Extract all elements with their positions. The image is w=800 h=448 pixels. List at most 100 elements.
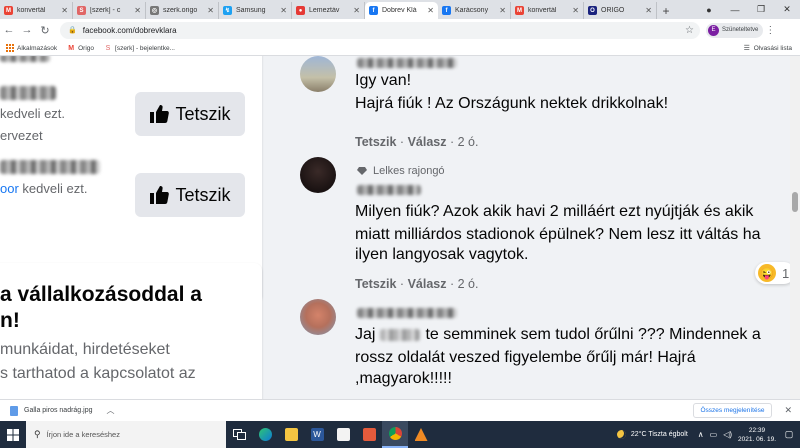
word-icon[interactable]: W: [304, 421, 330, 448]
comment-text-part: te semminek sem tudol őrűlni ??? Mindenn…: [425, 326, 761, 343]
reply-link[interactable]: Válasz: [408, 277, 447, 291]
notification-icon[interactable]: ▢: [782, 429, 796, 440]
profile-circle-icon[interactable]: ●: [696, 0, 722, 19]
clock-date: 2021. 06. 19.: [738, 435, 776, 443]
close-window-button[interactable]: ✕: [774, 0, 800, 19]
avatar[interactable]: [300, 56, 336, 92]
browser-tab[interactable]: ◎ szerk.origo ✕: [146, 2, 219, 19]
download-item[interactable]: Galla piros nadrág.jpg ︿: [0, 405, 130, 416]
page-scrollbar[interactable]: [790, 56, 800, 399]
reading-list-icon: ☰: [743, 45, 750, 52]
windows-taskbar: ⚲ Írjon ide a kereséshez W 22°C Tiszta é…: [0, 421, 800, 448]
favicon-icon: M: [4, 6, 13, 15]
chevron-up-icon[interactable]: ︿: [107, 405, 115, 416]
back-arrow-icon[interactable]: ←: [0, 24, 18, 36]
photos-icon[interactable]: [356, 421, 382, 448]
moon-icon: [616, 430, 626, 439]
show-all-downloads-button[interactable]: Összes megjelenítése: [692, 403, 773, 418]
edge-icon[interactable]: [252, 421, 278, 448]
like-comment-link[interactable]: Tetszik: [355, 277, 396, 291]
bookmark-szerk[interactable]: S [szerk] - bejelentke...: [104, 44, 175, 52]
star-icon[interactable]: ☆: [685, 25, 694, 36]
bookmarks-bar: Alkalmazások M Origo S [szerk] - bejelen…: [0, 41, 800, 56]
favicon-icon: O: [588, 6, 597, 15]
avatar[interactable]: [300, 299, 336, 335]
badge-label: Lelkes rajongó: [373, 165, 445, 177]
like-label: Tetszik: [175, 184, 231, 205]
minimize-button[interactable]: —: [722, 0, 748, 19]
tab-close-icon[interactable]: ✕: [645, 6, 652, 15]
browser-tab[interactable]: ↯ Samsung ✕: [219, 2, 292, 19]
volume-icon[interactable]: ◁): [723, 430, 732, 439]
tab-close-icon[interactable]: ✕: [572, 6, 579, 15]
browser-tab[interactable]: O ORIGO ✕: [584, 2, 657, 19]
chrome-icon[interactable]: [382, 421, 408, 448]
forward-arrow-icon[interactable]: →: [18, 24, 36, 36]
menu-kebab-icon[interactable]: ⋮: [763, 25, 777, 36]
tab-close-icon[interactable]: ✕: [499, 6, 506, 15]
tab-close-icon[interactable]: ✕: [134, 6, 141, 15]
haha-emoji-icon: 😜: [758, 264, 776, 282]
vlc-icon[interactable]: [408, 421, 434, 448]
browser-tab[interactable]: f Dobrev Klá ✕: [365, 2, 438, 19]
browser-tab[interactable]: Mkonvertál ✕: [0, 2, 73, 19]
taskbar-search-input[interactable]: ⚲ Írjon ide a kereséshez: [26, 421, 226, 448]
network-icon[interactable]: ▭: [710, 430, 718, 439]
bookmark-label: Alkalmazások: [17, 44, 58, 52]
promo-text: s tarthatod a kapcsolatot az: [0, 365, 196, 382]
tab-close-icon[interactable]: ✕: [61, 6, 68, 15]
scrollbar-thumb[interactable]: [792, 192, 798, 212]
reload-icon[interactable]: ↻: [36, 24, 54, 37]
like-page-button[interactable]: Tetszik: [135, 173, 245, 217]
lock-icon[interactable]: 🔒: [68, 26, 77, 34]
browser-tab[interactable]: f Karácsony ✕: [438, 2, 511, 19]
browser-tab[interactable]: S [szerk] - c ✕: [73, 2, 146, 19]
browser-tab[interactable]: Mkonvertál ✕: [511, 2, 584, 19]
file-explorer-icon[interactable]: [278, 421, 304, 448]
like-note-text: kedveli ezt.: [0, 106, 66, 121]
avatar: E: [708, 24, 719, 36]
timestamp[interactable]: 2 ó.: [458, 135, 479, 149]
bookmark-origo[interactable]: M Origo: [67, 44, 94, 52]
comment-bubble: Igy van! Hajrá fiúk ! Az Országunk nekte…: [343, 56, 698, 128]
close-icon[interactable]: ✕: [784, 405, 792, 416]
restore-button[interactable]: ❐: [748, 0, 774, 19]
like-note-text: kedveli ezt.: [22, 181, 88, 196]
address-bar[interactable]: 🔒 facebook.com/dobrevklara ☆: [60, 21, 700, 39]
thumbs-up-icon: [150, 186, 170, 204]
task-view-icon[interactable]: [226, 421, 252, 448]
tab-close-icon[interactable]: ✕: [353, 6, 360, 15]
avatar[interactable]: [300, 157, 336, 193]
tab-list: Mkonvertál ✕ S [szerk] - c ✕ ◎ szerk.origo ✕ ↯ Sa…: [0, 0, 657, 19]
blurred-author: [357, 58, 457, 68]
windows-start-icon[interactable]: [0, 421, 26, 448]
tab-close-icon[interactable]: ✕: [207, 6, 214, 15]
reply-link[interactable]: Válasz: [408, 135, 447, 149]
friend-link[interactable]: oor: [0, 181, 19, 196]
store-icon[interactable]: [330, 421, 356, 448]
like-comment-link[interactable]: Tetszik: [355, 135, 396, 149]
tab-close-icon[interactable]: ✕: [427, 6, 434, 15]
comment-bubble: Lelkes rajongó Milyen fiúk? Azok akik ha…: [343, 156, 790, 268]
favicon-icon: ●: [296, 6, 305, 15]
promo-title: n!: [0, 309, 20, 332]
bookmark-apps[interactable]: Alkalmazások: [6, 44, 57, 52]
new-tab-button[interactable]: +: [657, 2, 675, 19]
clock[interactable]: 22:39 2021. 06. 19.: [738, 426, 776, 444]
like-note: kedveli ezt.: [0, 106, 65, 121]
comments-section: Igy van! Hajrá fiúk ! Az Országunk nekte…: [290, 56, 800, 399]
like-page-button[interactable]: Tetszik: [135, 92, 245, 136]
comment-text: ,magyarok!!!!!: [355, 370, 452, 387]
page-category: ervezet: [0, 128, 43, 143]
timestamp[interactable]: 2 ó.: [458, 277, 479, 291]
profile-button[interactable]: E Szüneteltetve: [706, 22, 764, 38]
blurred-name: [0, 86, 56, 100]
browser-tab[interactable]: ● Lemeztáv ✕: [292, 2, 365, 19]
weather-widget[interactable]: 22°C Tiszta égbolt: [616, 430, 688, 439]
reading-list-button[interactable]: ☰ Olvasási lista: [743, 44, 792, 53]
tab-close-icon[interactable]: ✕: [280, 6, 287, 15]
page-content: kedveli ezt. ervezet Tetszik oor kedveli…: [0, 56, 800, 399]
tab-label: ORIGO: [601, 7, 625, 14]
tray-chevron-icon[interactable]: ∧: [698, 430, 704, 439]
image-file-icon: [10, 405, 18, 416]
